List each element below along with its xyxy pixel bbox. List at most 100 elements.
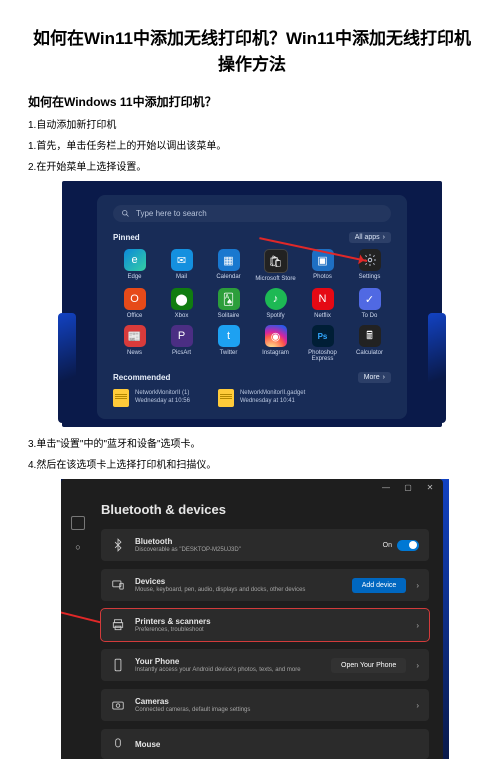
rec-title: NetworkMonitorII.gadget xyxy=(240,390,305,398)
printer-icon xyxy=(111,618,125,632)
netflix-icon: N xyxy=(312,288,334,310)
mouse-card[interactable]: Mouse xyxy=(101,729,429,759)
all-apps-label: All apps xyxy=(355,234,380,241)
start-menu-screenshot: Type here to search Pinned All apps › eE… xyxy=(62,181,442,427)
tile-store[interactable]: 🛍 Microsoft Store xyxy=(254,249,297,282)
rec-subtitle: Wednesday at 10:56 xyxy=(135,398,190,406)
tile-label: Photos xyxy=(313,274,332,280)
tile-photoshop[interactable]: Ps Photoshop Express xyxy=(301,325,344,362)
step-text: 1.自动添加新打印机 xyxy=(28,118,476,133)
tile-todo[interactable]: ✓To Do xyxy=(348,288,391,319)
pinned-grid: eEdge ✉Mail ▦Calendar 🛍Microsoft Store ▣… xyxy=(113,249,391,362)
printers-scanners-card[interactable]: Printers & scannersPreferences, troubles… xyxy=(101,609,429,641)
tile-spotify[interactable]: ♪ Spotify xyxy=(254,288,297,319)
section-heading: 如何在Windows 11中添加打印机？ xyxy=(28,93,476,110)
search-input[interactable]: Type here to search xyxy=(113,205,391,222)
card-subtitle: Connected cameras, default image setting… xyxy=(135,707,406,713)
card-subtitle: Preferences, troubleshoot xyxy=(135,627,406,633)
solitaire-icon: 🂡 xyxy=(218,288,240,310)
card-title: Devices xyxy=(135,577,342,586)
bluetooth-card[interactable]: BluetoothDiscoverable as "DESKTOP-M25UJ3… xyxy=(101,529,429,561)
start-panel: Type here to search Pinned All apps › eE… xyxy=(97,195,407,419)
twitter-icon: t xyxy=(218,325,240,347)
add-device-button[interactable]: Add device xyxy=(352,578,407,593)
settings-screenshot: — ▢ ✕ ○ Bluetooth & devices BluetoothDis… xyxy=(61,479,443,759)
toggle-switch-icon xyxy=(397,540,419,551)
tile-label: Twitter xyxy=(220,350,238,356)
calendar-icon: ▦ xyxy=(218,249,240,271)
close-button[interactable]: ✕ xyxy=(425,483,435,492)
chevron-right-icon: › xyxy=(416,661,419,670)
edge-icon: e xyxy=(124,249,146,271)
tile-label: Mail xyxy=(176,274,187,280)
tile-calendar[interactable]: ▦Calendar xyxy=(207,249,250,282)
minimize-button[interactable]: — xyxy=(381,483,391,492)
todo-icon: ✓ xyxy=(359,288,381,310)
office-icon: O xyxy=(124,288,146,310)
tile-twitter[interactable]: t Twitter xyxy=(207,325,250,362)
document-icon xyxy=(113,389,129,407)
devices-icon xyxy=(111,578,125,592)
tile-label: Xbox xyxy=(175,313,189,319)
step-text: 2.在开始菜单上选择设置。 xyxy=(28,160,476,175)
store-icon: 🛍 xyxy=(264,249,288,273)
photoshop-icon: Ps xyxy=(312,325,334,347)
tile-label: Photoshop Express xyxy=(301,350,344,362)
tile-label: Office xyxy=(127,313,143,319)
card-subtitle: Mouse, keyboard, pen, audio, displays an… xyxy=(135,587,342,593)
tile-label: PicsArt xyxy=(172,350,191,356)
tile-label: Settings xyxy=(359,274,381,280)
tile-label: Microsoft Store xyxy=(255,276,295,282)
step-text: 4.然后在该选项卡上选择打印机和扫描仪。 xyxy=(28,458,476,473)
chevron-right-icon: › xyxy=(416,581,419,590)
all-apps-button[interactable]: All apps › xyxy=(349,232,391,243)
rec-subtitle: Wednesday at 10:41 xyxy=(240,398,305,406)
tile-solitaire[interactable]: 🂡Solitaire xyxy=(207,288,250,319)
picsart-icon: P xyxy=(171,325,193,347)
tile-mail[interactable]: ✉Mail xyxy=(160,249,203,282)
card-title: Mouse xyxy=(135,740,419,749)
recommended-label: Recommended xyxy=(113,373,170,382)
xbox-icon: ⬤ xyxy=(171,288,193,310)
instagram-icon: ◉ xyxy=(265,325,287,347)
maximize-button[interactable]: ▢ xyxy=(403,483,413,492)
recommended-item[interactable]: NetworkMonitorII.gadget Wednesday at 10:… xyxy=(218,389,305,407)
sidebar-item[interactable] xyxy=(71,516,85,530)
tile-instagram[interactable]: ◉Instagram xyxy=(254,325,297,362)
chevron-right-icon: › xyxy=(416,701,419,710)
tile-xbox[interactable]: ⬤ Xbox xyxy=(160,288,203,319)
tile-label: Spotify xyxy=(266,313,284,319)
tile-office[interactable]: O Office xyxy=(113,288,156,319)
devices-card[interactable]: DevicesMouse, keyboard, pen, audio, disp… xyxy=(101,569,429,601)
spotify-icon: ♪ xyxy=(265,288,287,310)
tile-label: News xyxy=(127,350,142,356)
bluetooth-icon xyxy=(111,538,125,552)
cameras-card[interactable]: CamerasConnected cameras, default image … xyxy=(101,689,429,721)
recommended-item[interactable]: NetworkMonitorII (1) Wednesday at 10:56 xyxy=(113,389,190,407)
tile-calculator[interactable]: 🖩Calculator xyxy=(348,325,391,362)
tile-label: Edge xyxy=(127,274,141,280)
tile-news[interactable]: 📰 News xyxy=(113,325,156,362)
your-phone-card[interactable]: Your PhoneInstantly access your Android … xyxy=(101,649,429,681)
news-icon: 📰 xyxy=(124,325,146,347)
pinned-label: Pinned xyxy=(113,233,140,242)
card-title: Cameras xyxy=(135,697,406,706)
card-subtitle: Instantly access your Android device's p… xyxy=(135,667,321,673)
more-button[interactable]: More › xyxy=(358,372,391,383)
step-text: 1.首先，单击任务栏上的开始以调出该菜单。 xyxy=(28,139,476,154)
bluetooth-toggle[interactable]: On xyxy=(383,540,419,551)
card-title: Your Phone xyxy=(135,657,321,666)
tile-edge[interactable]: e Edge xyxy=(113,249,156,282)
open-phone-button[interactable]: Open Your Phone xyxy=(331,658,406,673)
chevron-right-icon: › xyxy=(383,234,385,241)
more-label: More xyxy=(364,374,380,381)
mouse-icon xyxy=(111,737,125,751)
tile-settings[interactable]: Settings xyxy=(348,249,391,282)
card-subtitle: Discoverable as "DESKTOP-M25UJ3D" xyxy=(135,547,373,553)
card-title: Printers & scanners xyxy=(135,617,406,626)
sidebar-item[interactable]: ○ xyxy=(75,542,80,552)
card-title: Bluetooth xyxy=(135,537,373,546)
tile-picsart[interactable]: P PicsArt xyxy=(160,325,203,362)
tile-netflix[interactable]: N Netflix xyxy=(301,288,344,319)
tile-label: Netflix xyxy=(314,313,331,319)
